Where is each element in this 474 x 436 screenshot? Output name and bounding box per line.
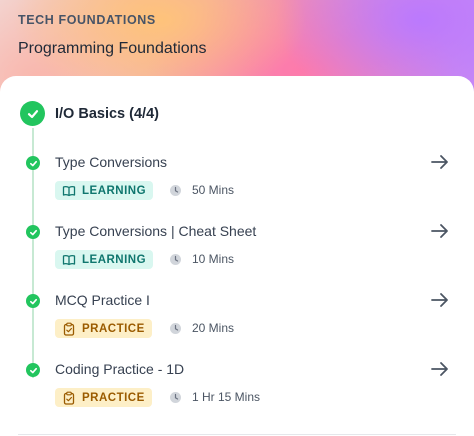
duration: 10 Mins [169,252,234,266]
badge-label: PRACTICE [82,391,145,404]
badge-label: LEARNING [82,184,147,197]
badge-label: PRACTICE [82,322,145,335]
duration-text: 20 Mins [192,321,235,335]
section-title: I/O Basics (4/4) [55,105,159,122]
arrow-right-icon[interactable] [430,359,450,379]
arrow-right-icon[interactable] [430,221,450,241]
clock-icon [169,391,182,404]
book-icon [62,184,76,198]
learning-badge: LEARNING [55,250,154,269]
clock-icon [169,322,182,335]
item-title[interactable]: Type Conversions [55,154,167,170]
clock-icon [169,184,182,197]
duration: 1 Hr 15 Mins [169,390,260,404]
list-item[interactable]: Coding Practice - 1D PRACTICE 1 Hr 15 Mi… [0,361,474,421]
arrow-right-icon[interactable] [430,152,450,172]
practice-badge: PRACTICE [55,319,152,338]
course-category: TECH FOUNDATIONS [18,13,156,27]
clipboard-icon [62,391,76,405]
duration-text: 10 Mins [192,252,235,266]
practice-badge: PRACTICE [55,388,152,407]
check-icon [26,363,40,377]
item-title[interactable]: Coding Practice - 1D [55,361,184,377]
duration-text: 1 Hr 15 Mins [192,390,261,404]
arrow-right-icon[interactable] [430,290,450,310]
check-icon [26,156,40,170]
item-title[interactable]: MCQ Practice I [55,292,150,308]
book-icon [62,253,76,267]
list-item[interactable]: MCQ Practice I PRACTICE 20 Mins [0,292,474,352]
badge-label: LEARNING [82,253,147,266]
section-complete-check-icon [20,101,45,126]
learning-badge: LEARNING [55,181,154,200]
clipboard-icon [62,322,76,336]
check-icon [26,294,40,308]
course-title: Programming Foundations [18,40,207,57]
clock-icon [169,253,182,266]
divider [18,434,456,435]
duration: 50 Mins [169,183,234,197]
list-item[interactable]: Type Conversions | Cheat Sheet LEARNING … [0,223,474,283]
item-title[interactable]: Type Conversions | Cheat Sheet [55,223,256,239]
section-header[interactable]: I/O Basics (4/4) [20,101,159,126]
duration: 20 Mins [169,321,234,335]
duration-text: 50 Mins [192,183,235,197]
list-item[interactable]: Type Conversions LEARNING 50 Mins [0,154,474,214]
check-icon [26,225,40,239]
